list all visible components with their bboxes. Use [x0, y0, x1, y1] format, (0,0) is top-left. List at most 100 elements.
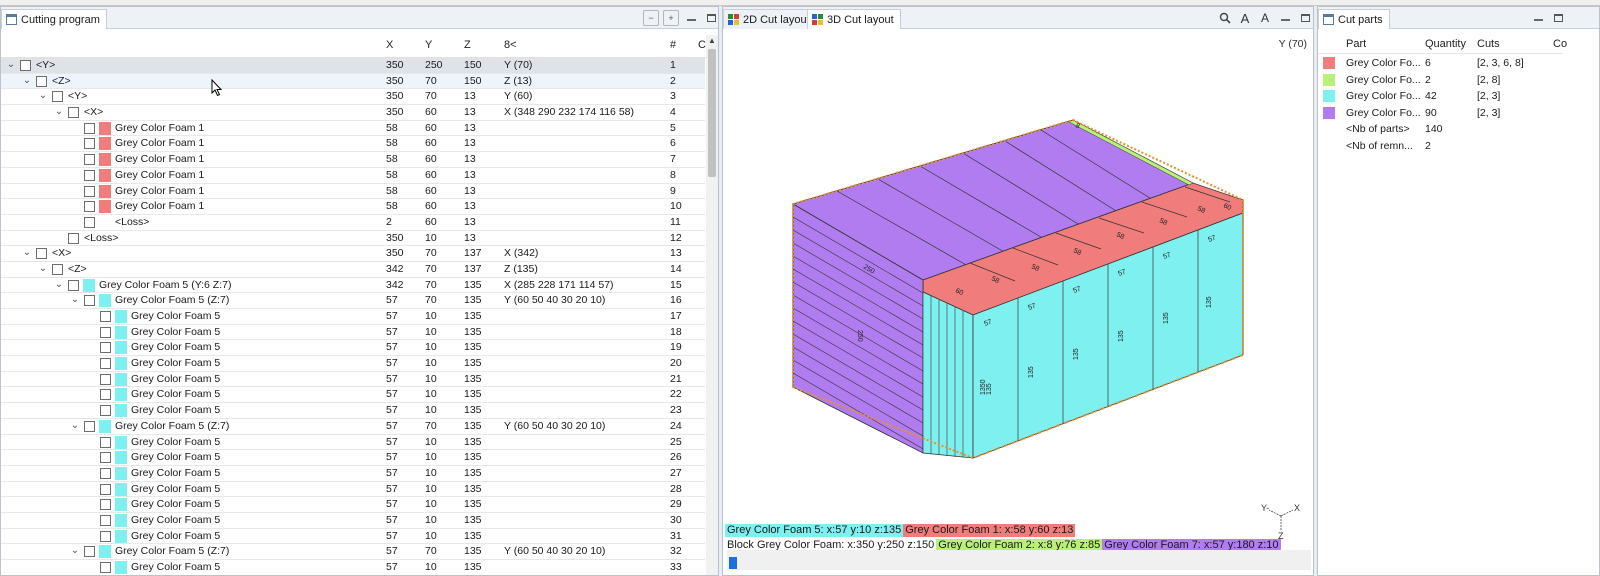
column-header-co[interactable]: Co [1553, 38, 1567, 50]
minimize-icon[interactable] [1530, 10, 1546, 26]
tree-row[interactable]: Grey Color Foam 5 57 10 135 17 [1, 309, 705, 325]
expand-caret-icon[interactable]: ⌄ [5, 58, 17, 72]
row-checkbox[interactable] [36, 75, 47, 87]
cut-parts-row[interactable]: <Nb of parts> 140 [1318, 121, 1563, 138]
row-checkbox[interactable] [84, 169, 95, 181]
expand-caret-icon[interactable]: ⌄ [69, 293, 81, 307]
row-checkbox[interactable] [52, 91, 63, 103]
font-increase-icon[interactable]: A [1237, 10, 1253, 26]
row-checkbox[interactable] [100, 483, 111, 495]
tree-row[interactable]: ⌄ <Z> 342 70 137 Z (135) 14 [1, 262, 705, 278]
row-checkbox[interactable] [36, 248, 47, 260]
tree-row[interactable]: ⌄ <Y> 350 250 150 Y (70) 1 [1, 58, 705, 74]
tree-row[interactable]: Grey Color Foam 5 57 10 135 25 [1, 435, 705, 451]
tree-row[interactable]: Grey Color Foam 5 57 10 135 27 [1, 466, 705, 482]
tree-row[interactable]: Grey Color Foam 5 57 10 135 23 [1, 403, 705, 419]
tree-row[interactable]: ⌄ <X> 350 70 137 X (342) 13 [1, 246, 705, 262]
expand-caret-icon[interactable]: ⌄ [21, 246, 33, 260]
expand-caret-icon[interactable]: ⌄ [37, 262, 49, 276]
tree-row[interactable]: Grey Color Foam 5 57 10 135 19 [1, 340, 705, 357]
tree-row[interactable]: Grey Color Foam 5 57 10 135 18 [1, 325, 705, 341]
expand-caret-icon[interactable]: ⌄ [53, 278, 65, 292]
collapse-all-icon[interactable]: − [643, 10, 659, 26]
row-checkbox[interactable] [68, 107, 79, 119]
tree-row[interactable]: <Loss> 2 60 13 11 [1, 215, 705, 231]
3d-horizontal-scrollbar[interactable] [727, 550, 1311, 570]
column-header-c[interactable]: C [698, 39, 706, 51]
tab-cut-parts[interactable]: Cut parts [1318, 9, 1390, 29]
scroll-up-icon[interactable]: ▲ [706, 35, 718, 47]
row-checkbox[interactable] [100, 342, 111, 354]
tree-row[interactable]: ⌄ <Y> 350 70 13 Y (60) 3 [1, 89, 705, 106]
tree-row[interactable]: Grey Color Foam 1 58 60 13 5 [1, 121, 705, 137]
row-checkbox[interactable] [100, 326, 111, 338]
minimize-icon[interactable] [683, 10, 699, 26]
tree-row[interactable]: Grey Color Foam 5 57 10 135 28 [1, 482, 705, 498]
tree-row[interactable]: Grey Color Foam 5 57 10 135 20 [1, 356, 705, 372]
tree-row[interactable]: Grey Color Foam 1 58 60 13 8 [1, 168, 705, 184]
row-checkbox[interactable] [84, 216, 95, 228]
column-header-y[interactable]: Y [425, 39, 432, 51]
tree-row[interactable]: Grey Color Foam 5 57 10 135 21 [1, 372, 705, 388]
expand-caret-icon[interactable]: ⌄ [69, 544, 81, 558]
cut-parts-row[interactable]: Grey Color Fo... 2 [2, 8] [1318, 72, 1563, 89]
row-checkbox[interactable] [100, 467, 111, 479]
tree-row[interactable]: ⌄ Grey Color Foam 5 (Y:6 Z:7) 342 70 135 X (2… [1, 278, 705, 294]
tree-row[interactable]: Grey Color Foam 5 57 10 135 29 [1, 497, 705, 513]
tab-3d-cut-layout[interactable]: 3D Cut layout [807, 9, 901, 29]
minimize-icon[interactable] [1277, 10, 1293, 26]
row-checkbox[interactable] [100, 530, 111, 542]
tab-cutting-program[interactable]: Cutting program [1, 9, 107, 29]
row-checkbox[interactable] [84, 154, 95, 166]
row-checkbox[interactable] [84, 122, 95, 134]
expand-caret-icon[interactable]: ⌄ [21, 74, 33, 88]
scrollbar-thumb[interactable] [729, 557, 737, 569]
row-checkbox[interactable] [52, 263, 63, 275]
row-checkbox[interactable] [100, 405, 111, 417]
row-checkbox[interactable] [84, 138, 95, 150]
expand-caret-icon[interactable]: ⌄ [69, 419, 81, 433]
column-header-x[interactable]: X [386, 39, 393, 51]
column-header-cuts[interactable]: 8< [504, 39, 517, 51]
maximize-icon[interactable] [1550, 10, 1566, 26]
tree-row[interactable]: Grey Color Foam 1 58 60 13 10 [1, 199, 705, 215]
tree-row[interactable]: ⌄ <Z> 350 70 150 Z (13) 2 [1, 73, 705, 90]
column-header-part[interactable]: Part [1346, 38, 1366, 50]
row-checkbox[interactable] [100, 389, 111, 401]
column-header-number[interactable]: # [670, 39, 676, 51]
maximize-icon[interactable] [703, 10, 718, 26]
column-header-cuts[interactable]: Cuts [1477, 38, 1500, 50]
cut-parts-row[interactable]: Grey Color Fo... 6 [2, 3, 6, 8] [1318, 55, 1563, 72]
tree-row[interactable]: <Loss> 350 10 13 12 [1, 231, 705, 247]
tree-row[interactable]: Grey Color Foam 5 57 10 135 26 [1, 450, 705, 466]
scrollbar-thumb[interactable] [708, 49, 716, 177]
tree-row[interactable]: Grey Color Foam 1 58 60 13 7 [1, 152, 705, 168]
cut-parts-row[interactable]: Grey Color Fo... 90 [2, 3] [1318, 105, 1563, 122]
expand-caret-icon[interactable]: ⌄ [37, 89, 49, 103]
tree-row[interactable]: Grey Color Foam 5 57 10 135 31 [1, 529, 705, 545]
font-decrease-icon[interactable]: A [1257, 10, 1273, 26]
row-checkbox[interactable] [68, 279, 79, 291]
row-checkbox[interactable] [100, 358, 111, 370]
tree-row[interactable]: ⌄ Grey Color Foam 5 (Z:7) 57 70 135 Y (60 50 … [1, 293, 705, 309]
cut-parts-row[interactable]: Grey Color Fo... 42 [2, 3] [1318, 88, 1563, 105]
row-checkbox[interactable] [84, 185, 95, 197]
row-checkbox[interactable] [84, 546, 95, 558]
tree-row[interactable]: Grey Color Foam 5 57 10 135 22 [1, 387, 705, 404]
row-checkbox[interactable] [100, 452, 111, 464]
row-checkbox[interactable] [100, 436, 111, 448]
column-header-z[interactable]: Z [464, 39, 471, 51]
tree-row[interactable]: Grey Color Foam 5 57 10 135 30 [1, 513, 705, 529]
tree-row[interactable]: Grey Color Foam 5 57 10 135 33 [1, 560, 705, 575]
tree-row[interactable]: ⌄ Grey Color Foam 5 (Z:7) 57 70 135 Y (60 50 … [1, 419, 705, 435]
3d-cut-layout-view[interactable]: Y (70) 60 58 58 58 58 58 58 60 135 135 1… [723, 30, 1313, 573]
row-checkbox[interactable] [68, 232, 79, 244]
row-checkbox[interactable] [84, 420, 95, 432]
row-checkbox[interactable] [100, 373, 111, 385]
tree-row[interactable]: ⌄ Grey Color Foam 5 (Z:7) 57 70 135 Y (60 50 … [1, 544, 705, 560]
row-checkbox[interactable] [100, 311, 111, 322]
row-checkbox[interactable] [84, 201, 95, 213]
tab-2d-cut-layout[interactable]: 2D Cut layout [723, 9, 817, 29]
tree-row[interactable]: ⌄ <X> 350 60 13 X (348 290 232 174 116 58) 4 [1, 105, 705, 121]
cut-parts-row[interactable]: <Nb of remn... 2 [1318, 138, 1563, 155]
